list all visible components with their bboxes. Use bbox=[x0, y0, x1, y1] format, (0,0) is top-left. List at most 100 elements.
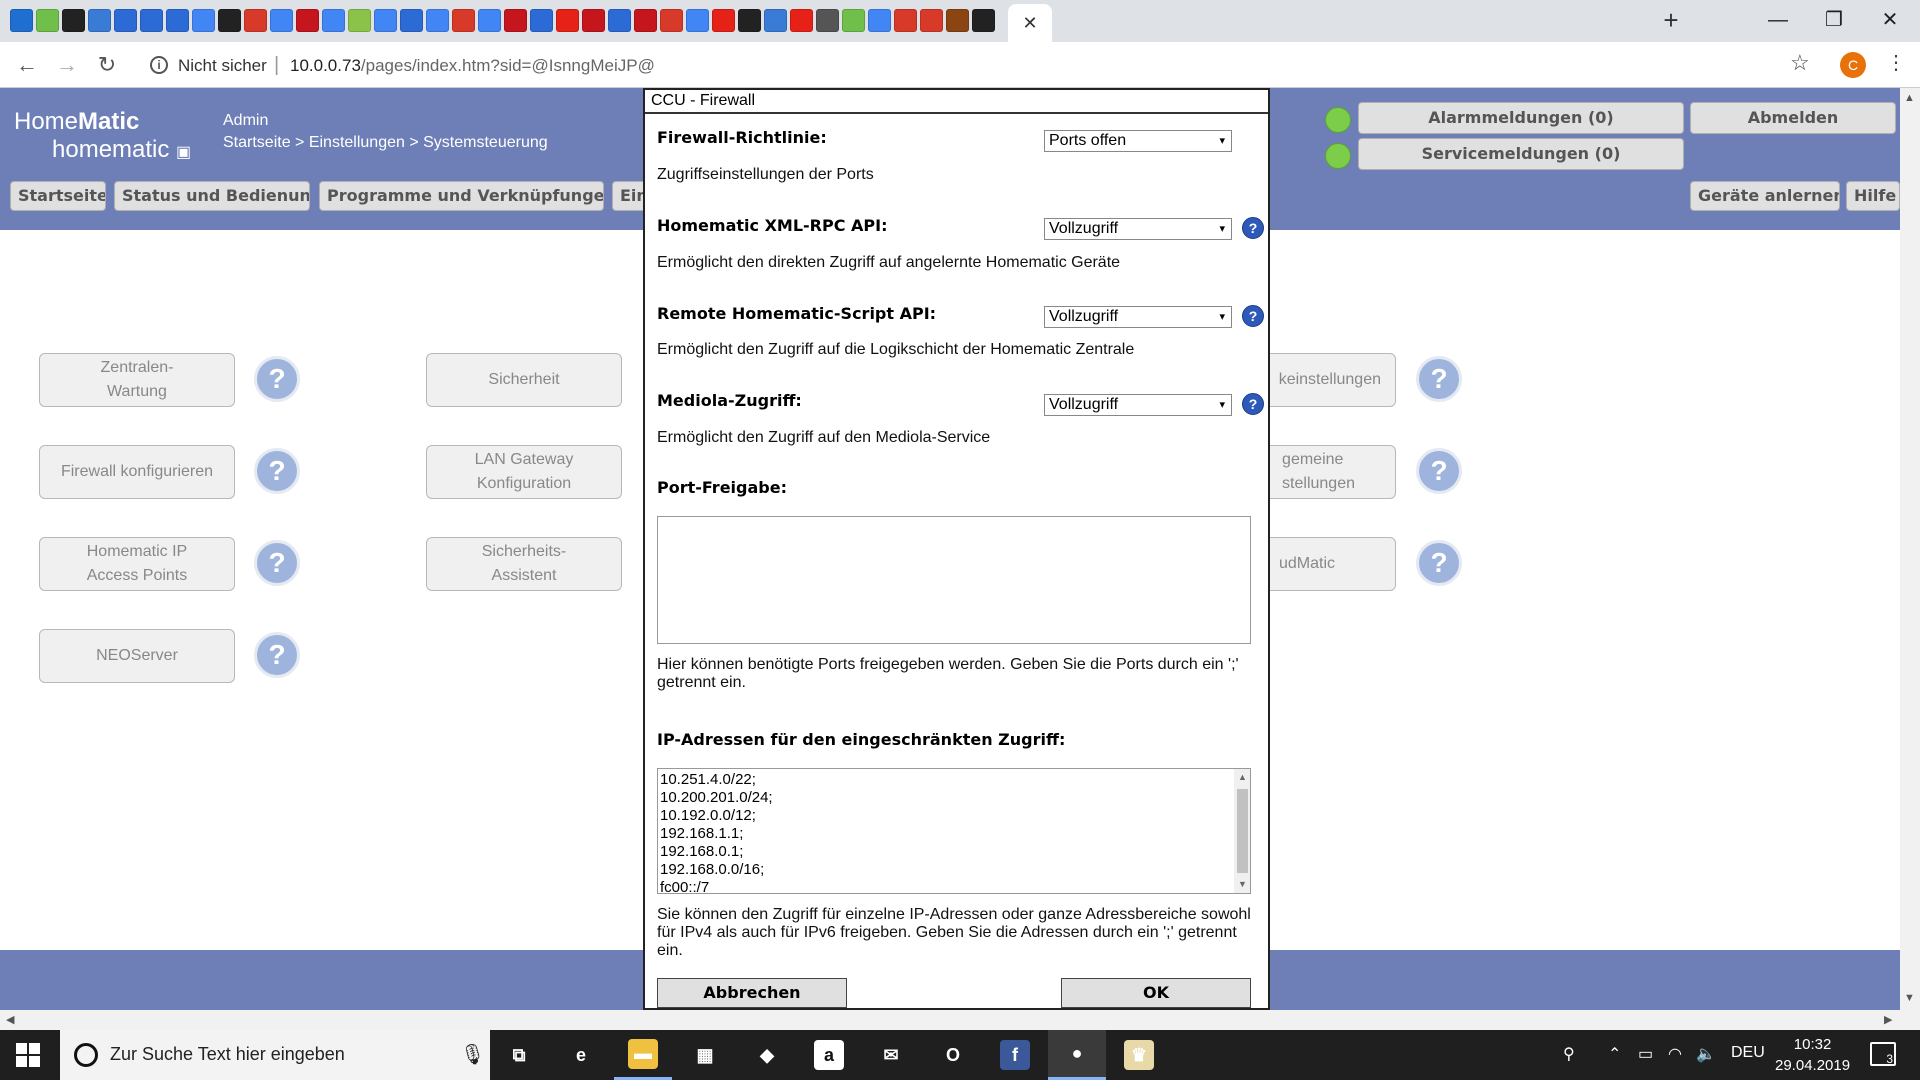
tab-favicon[interactable] bbox=[764, 9, 787, 32]
page-horizontal-scrollbar[interactable]: ◀ ▶ bbox=[0, 1010, 1920, 1030]
tile-central-maintenance[interactable]: Zentralen- Wartung bbox=[39, 353, 235, 407]
tab-favicon[interactable] bbox=[244, 9, 267, 32]
tab-favicon[interactable] bbox=[608, 9, 631, 32]
nav-learn-devices[interactable]: Geräte anlernen bbox=[1690, 181, 1840, 211]
taskbar-app-chrome[interactable]: ● bbox=[1048, 1030, 1106, 1080]
tab-favicon[interactable] bbox=[114, 9, 137, 32]
scroll-down-icon[interactable]: ▼ bbox=[1238, 879, 1247, 889]
taskbar-app-amazon[interactable]: a bbox=[800, 1030, 858, 1080]
url-text[interactable]: 10.0.0.73/pages/index.htm?sid=@IsnngMeiJ… bbox=[290, 56, 655, 76]
tab-favicon[interactable] bbox=[634, 9, 657, 32]
battery-icon[interactable]: ▭ bbox=[1638, 1044, 1653, 1064]
help-icon[interactable]: ? bbox=[254, 632, 300, 678]
network-icon[interactable]: ◠ bbox=[1668, 1044, 1682, 1064]
help-icon[interactable]: ? bbox=[1416, 540, 1462, 586]
taskbar-app-dropbox[interactable]: ◆ bbox=[738, 1030, 796, 1080]
help-icon[interactable]: ? bbox=[254, 448, 300, 494]
close-tab-icon[interactable]: ✕ bbox=[1022, 13, 1037, 34]
tab-favicon[interactable] bbox=[218, 9, 241, 32]
tile-security-assistant[interactable]: Sicherheits- Assistent bbox=[426, 537, 622, 591]
browser-menu-icon[interactable]: ⋮ bbox=[1886, 50, 1906, 75]
tray-chevron-icon[interactable]: ⌃ bbox=[1608, 1044, 1621, 1064]
tab-favicon[interactable] bbox=[660, 9, 683, 32]
notification-center-icon[interactable]: 3 bbox=[1870, 1042, 1896, 1066]
help-icon[interactable]: ? bbox=[1242, 305, 1264, 327]
volume-icon[interactable]: 🔈 bbox=[1696, 1044, 1716, 1064]
bookmark-star-icon[interactable]: ☆ bbox=[1790, 50, 1810, 76]
tab-favicon[interactable] bbox=[400, 9, 423, 32]
tab-favicon[interactable] bbox=[972, 9, 995, 32]
taskbar-app-task-view[interactable]: ⧉ bbox=[490, 1030, 548, 1080]
tab-favicon[interactable] bbox=[868, 9, 891, 32]
taskbar-clock[interactable]: 10:32 29.04.2019 bbox=[1775, 1034, 1850, 1076]
tab-favicon[interactable] bbox=[36, 9, 59, 32]
page-vertical-scrollbar[interactable]: ▲ ▼ bbox=[1900, 88, 1920, 1010]
tab-favicon[interactable] bbox=[504, 9, 527, 32]
tab-favicon[interactable] bbox=[322, 9, 345, 32]
input-language[interactable]: DEU bbox=[1731, 1044, 1765, 1062]
logout-button[interactable]: Abmelden bbox=[1690, 102, 1896, 134]
ok-button[interactable]: OK bbox=[1061, 978, 1251, 1008]
xmlrpc-select[interactable]: Vollzugriff ▾ bbox=[1044, 218, 1232, 240]
textarea-scrollbar[interactable]: ▲ ▼ bbox=[1234, 769, 1250, 893]
taskbar-app-file-explorer[interactable]: ▬ bbox=[614, 1030, 672, 1080]
microphone-icon[interactable]: 🎙 bbox=[460, 1042, 485, 1067]
tab-favicon[interactable] bbox=[582, 9, 605, 32]
tile-hmip-access-points[interactable]: Homematic IP Access Points bbox=[39, 537, 235, 591]
taskbar-app-opera[interactable]: O bbox=[924, 1030, 982, 1080]
help-icon[interactable]: ? bbox=[1242, 217, 1264, 239]
tab-favicon[interactable] bbox=[738, 9, 761, 32]
tab-favicon[interactable] bbox=[790, 9, 813, 32]
tab-favicon[interactable] bbox=[686, 9, 709, 32]
tab-favicon[interactable] bbox=[530, 9, 553, 32]
tab-favicon[interactable] bbox=[478, 9, 501, 32]
tab-favicon[interactable] bbox=[166, 9, 189, 32]
scrollbar-thumb[interactable] bbox=[1237, 789, 1248, 873]
tab-favicon[interactable] bbox=[842, 9, 865, 32]
scroll-right-icon[interactable]: ▶ bbox=[1884, 1013, 1892, 1026]
taskbar-app-mail[interactable]: ✉ bbox=[862, 1030, 920, 1080]
tab-favicon[interactable] bbox=[348, 9, 371, 32]
minimize-button[interactable]: — bbox=[1750, 4, 1806, 36]
tab-favicon[interactable] bbox=[270, 9, 293, 32]
tile-neoserver[interactable]: NEOServer bbox=[39, 629, 235, 683]
help-icon[interactable]: ? bbox=[1416, 356, 1462, 402]
info-icon[interactable]: i bbox=[150, 56, 168, 74]
close-window-button[interactable]: ✕ bbox=[1862, 4, 1918, 36]
nav-help[interactable]: Hilfe bbox=[1846, 181, 1900, 211]
cancel-button[interactable]: Abbrechen bbox=[657, 978, 847, 1008]
tab-favicon[interactable] bbox=[296, 9, 319, 32]
scroll-left-icon[interactable]: ◀ bbox=[6, 1013, 14, 1026]
tab-favicon[interactable] bbox=[374, 9, 397, 32]
tile-firewall[interactable]: Firewall konfigurieren bbox=[39, 445, 235, 499]
script-api-select[interactable]: Vollzugriff ▾ bbox=[1044, 306, 1232, 328]
tab-favicons[interactable] bbox=[10, 9, 995, 32]
scroll-up-icon[interactable]: ▲ bbox=[1238, 772, 1247, 782]
tab-favicon[interactable] bbox=[712, 9, 735, 32]
nav-programs[interactable]: Programme und Verknüpfungen bbox=[319, 181, 604, 211]
reload-button[interactable]: ↻ bbox=[92, 50, 122, 80]
ip-addresses-textarea[interactable]: 10.251.4.0/22; 10.200.201.0/24; 10.192.0.0… bbox=[657, 768, 1251, 894]
tab-favicon[interactable] bbox=[946, 9, 969, 32]
scroll-down-icon[interactable]: ▼ bbox=[1904, 992, 1915, 1004]
help-icon[interactable]: ? bbox=[254, 356, 300, 402]
tab-favicon[interactable] bbox=[88, 9, 111, 32]
back-button[interactable]: ← bbox=[12, 50, 42, 80]
security-label[interactable]: Nicht sicher bbox=[178, 56, 267, 76]
tab-favicon[interactable] bbox=[452, 9, 475, 32]
help-icon[interactable]: ? bbox=[1416, 448, 1462, 494]
taskbar-search-box[interactable]: Zur Suche Text hier eingeben 🎙 bbox=[60, 1030, 490, 1080]
nav-home[interactable]: Startseite bbox=[10, 181, 106, 211]
address-bar[interactable]: i Nicht sicher | 10.0.0.73/pages/index.h… bbox=[136, 48, 1796, 82]
active-tab[interactable]: ✕ bbox=[1008, 4, 1052, 42]
tile-security[interactable]: Sicherheit bbox=[426, 353, 622, 407]
taskbar-app-edge[interactable]: e bbox=[552, 1030, 610, 1080]
forward-button[interactable]: → bbox=[52, 50, 82, 80]
windows-start-icon[interactable] bbox=[16, 1043, 40, 1067]
new-tab-button[interactable]: + bbox=[1656, 6, 1686, 36]
taskbar-app-facebook[interactable]: f bbox=[986, 1030, 1044, 1080]
service-messages-button[interactable]: Servicemeldungen (0) bbox=[1358, 138, 1684, 170]
taskbar-app-homematic-app[interactable]: ♛ bbox=[1110, 1030, 1168, 1080]
policy-select[interactable]: Ports offen ▾ bbox=[1044, 130, 1232, 152]
taskbar-app-store[interactable]: ▦ bbox=[676, 1030, 734, 1080]
